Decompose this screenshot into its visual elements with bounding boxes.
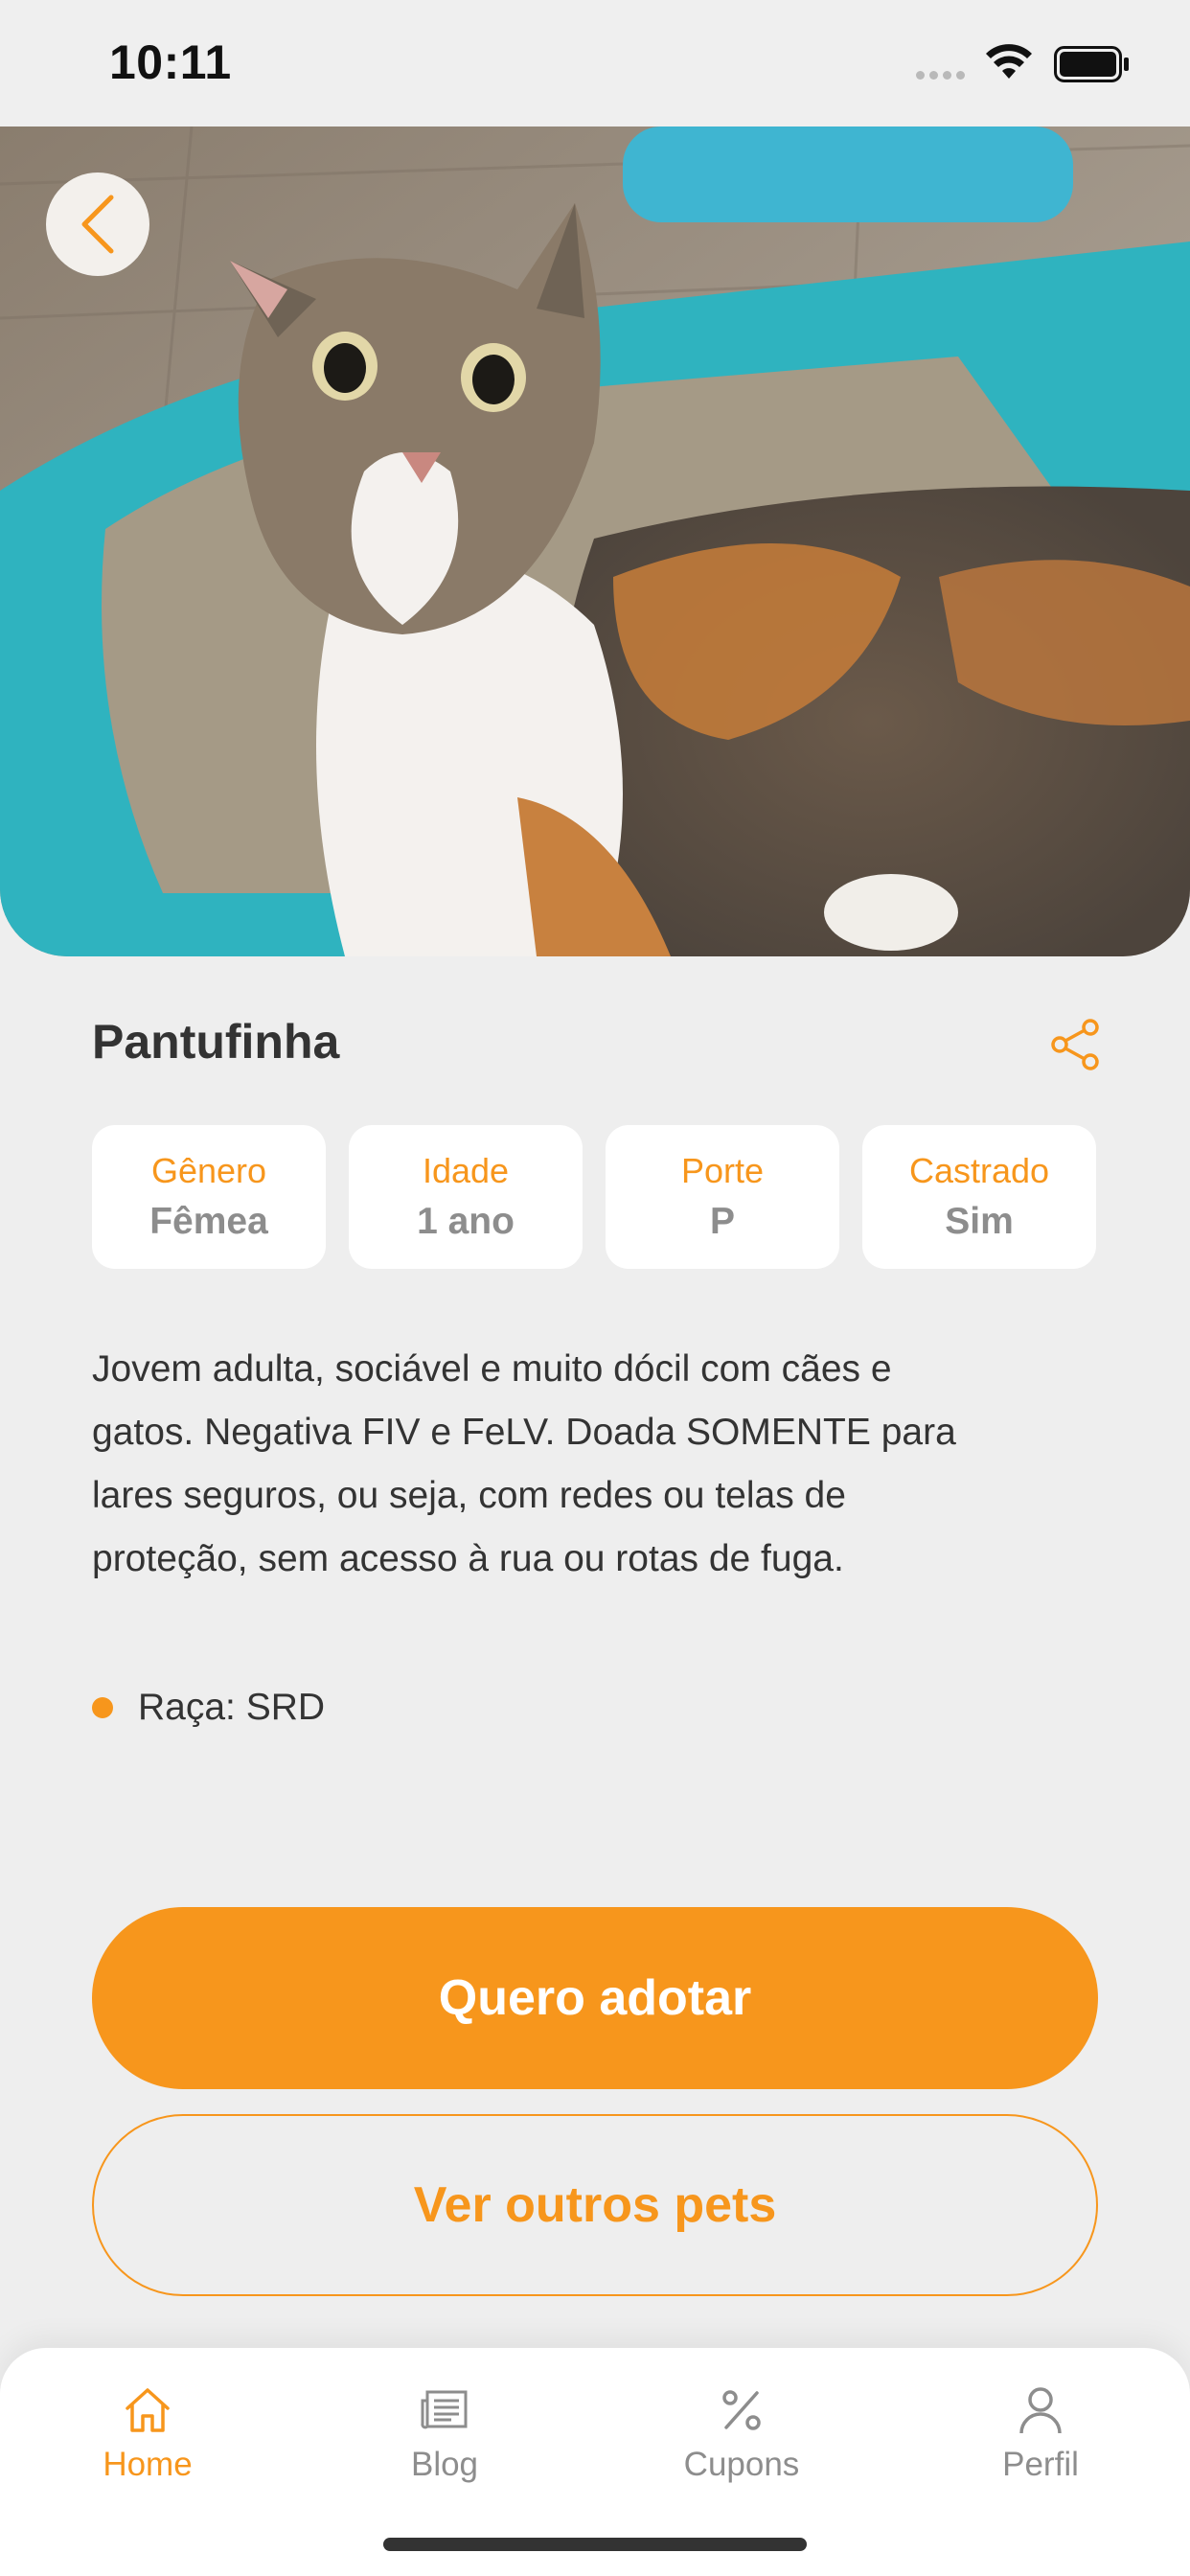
status-time: 10:11 <box>109 35 232 89</box>
home-icon <box>126 2388 170 2432</box>
breed-item: Raça: SRD <box>92 1687 325 1729</box>
adopt-button[interactable]: Quero adotar <box>92 1907 1098 2089</box>
pet-name: Pantufinha <box>92 1015 340 1069</box>
tab-label: Cupons <box>683 2446 800 2483</box>
attribute-label: Idade <box>422 1151 510 1190</box>
attribute-value: 1 ano <box>417 1201 515 1242</box>
chevron-left-icon <box>81 195 114 254</box>
tab-label: Blog <box>410 2446 479 2483</box>
attribute-value: Fêmea <box>149 1201 268 1242</box>
attribute-label: Gênero <box>150 1151 267 1190</box>
attribute-label: Castrado <box>908 1151 1050 1190</box>
percent-icon <box>722 2390 761 2430</box>
attribute-card-neutered: Castrado Sim <box>862 1125 1096 1269</box>
pet-photo <box>0 126 1190 956</box>
breed-text: Raça: SRD <box>138 1687 326 1728</box>
tab-label: Home <box>103 2446 193 2483</box>
tab-cupons[interactable]: Cupons <box>646 2382 837 2484</box>
see-other-pets-button[interactable]: Ver outros pets <box>92 2114 1098 2296</box>
newspaper-icon <box>421 2390 468 2429</box>
attribute-value: Sim <box>945 1201 1014 1242</box>
cellular-signal-icon <box>916 71 965 80</box>
attribute-card-gender: Gênero Fêmea <box>92 1125 326 1269</box>
back-button[interactable] <box>46 172 149 276</box>
tab-home[interactable]: Home <box>52 2382 243 2484</box>
share-icon <box>1051 1019 1099 1070</box>
tab-label: Perfil <box>1002 2446 1079 2483</box>
attribute-label: Porte <box>680 1151 765 1190</box>
tab-perfil[interactable]: Perfil <box>945 2382 1136 2484</box>
pet-description: Jovem adulta, sociável e muito dócil com… <box>92 1348 956 1579</box>
status-bar: 10:11 <box>0 0 1190 126</box>
battery-icon <box>1054 46 1129 82</box>
user-icon <box>1019 2387 1062 2434</box>
attribute-card-age: Idade 1 ano <box>349 1125 583 1269</box>
attribute-card-size: Porte P <box>606 1125 839 1269</box>
tab-blog[interactable]: Blog <box>349 2382 540 2484</box>
wifi-icon <box>986 44 1032 79</box>
share-button[interactable] <box>1044 1014 1106 1075</box>
attribute-value: P <box>709 1201 735 1242</box>
home-indicator <box>383 2538 807 2551</box>
pet-attributes: Gênero Fêmea Idade 1 ano Porte P Castrad… <box>92 1125 1098 1269</box>
bullet-dot-icon <box>92 1697 113 1718</box>
